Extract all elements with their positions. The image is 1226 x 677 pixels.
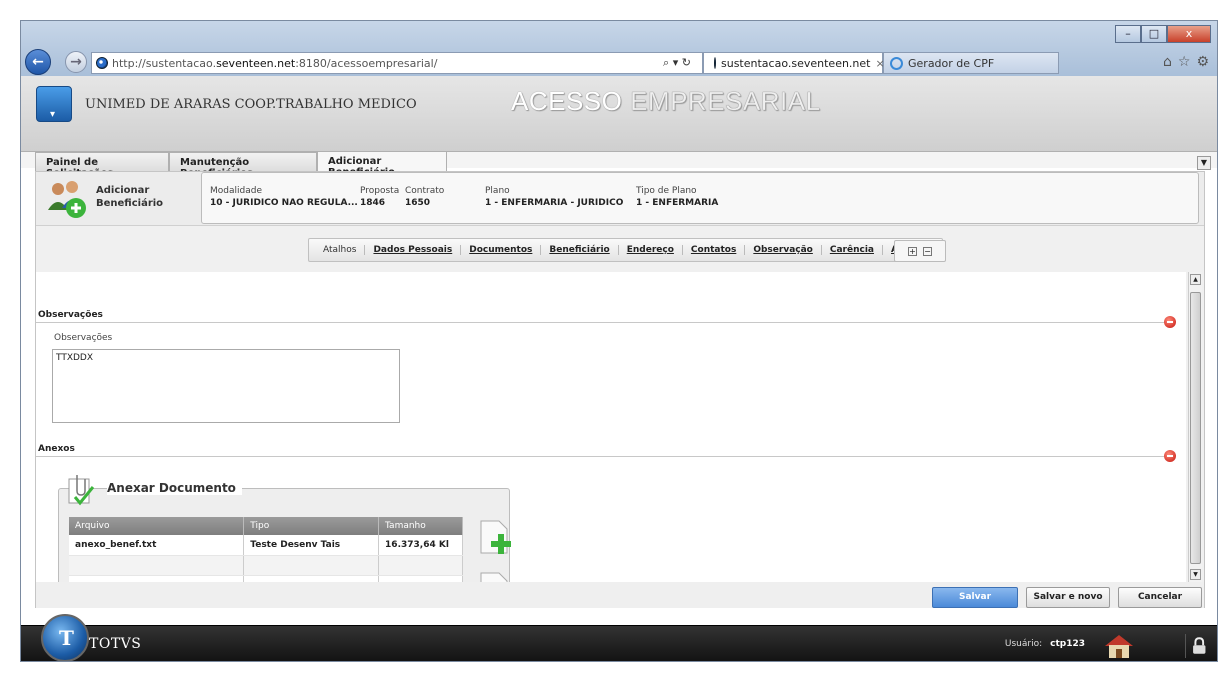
shortcut-endereco[interactable]: Endereço [617, 245, 682, 255]
column-header-tipo[interactable]: Tipo [243, 517, 380, 535]
field-contrato: Contrato 1650 [405, 186, 445, 208]
shortcuts-label: Atalhos [323, 245, 357, 255]
action-bar: Salvar Salvar e novo Cancelar [36, 582, 1204, 608]
user-info: Usuário: ctp123 [1004, 639, 1085, 649]
favorites-icon[interactable]: ☆ [1178, 54, 1191, 70]
cell-tamanho [378, 555, 463, 576]
browser-tab-sustentacao[interactable]: sustentacao.seventeen.net × [703, 52, 885, 74]
search-refresh-icons[interactable]: ⌕ ▾ ↻ [652, 56, 702, 70]
app-title: ACESSO EMPRESARIAL [511, 86, 821, 116]
expand-all-icon[interactable]: + [908, 246, 917, 256]
brand-name: TOTVS [89, 636, 142, 652]
scroll-down-icon[interactable]: ▼ [1190, 569, 1201, 580]
vertical-scrollbar[interactable]: ▲ ▼ [1188, 272, 1202, 582]
app-menu-icon[interactable] [36, 86, 72, 122]
logout-lock-icon[interactable] [1185, 634, 1207, 658]
tab-label: sustentacao.seventeen.net [721, 56, 871, 70]
app-footer: TOTVS Usuário:ctp123 [21, 614, 1217, 661]
settings-icon[interactable]: ⚙ [1196, 54, 1209, 70]
add-beneficiary-title: Adicionar Beneficiário [96, 185, 164, 209]
totvs-logo-icon[interactable] [41, 614, 89, 661]
cell-arquivo [69, 555, 245, 576]
field-tipo-plano: Tipo de Plano 1 - ENFERMARIA [636, 186, 719, 208]
scroll-up-icon[interactable]: ▲ [1190, 274, 1201, 285]
attachment-icon [68, 475, 95, 506]
home-icon[interactable] [1103, 633, 1135, 659]
divider [36, 322, 1166, 323]
main-panel: Adicionar Beneficiário Modalidade 10 - JUR… [35, 171, 1205, 608]
observacoes-label: Observações [54, 333, 113, 343]
column-header-tamanho[interactable]: Tamanho [378, 517, 463, 535]
contract-info-card: Modalidade 10 - JURIDICO NAO REGULA... Pr… [201, 172, 1199, 224]
app-header: UNIMED DE ARARAS COOP.TRABALHO MEDICO AC… [21, 76, 1217, 152]
collapse-observacoes-icon[interactable] [1164, 316, 1176, 328]
shortcut-observacao[interactable]: Observação [744, 245, 821, 255]
save-button[interactable]: Salvar [932, 587, 1018, 608]
tab-label: Gerador de CPF [908, 56, 995, 70]
cell-tamanho: 16.373,64 Kl [378, 535, 463, 556]
browser-toolbar-icons: ⌂ ☆ ⚙ [1163, 54, 1209, 70]
cell-tipo: Teste Desenv Tais [243, 535, 380, 556]
site-icon [96, 57, 108, 69]
home-icon[interactable]: ⌂ [1163, 54, 1172, 70]
browser-tab-gerador-cpf[interactable]: Gerador de CPF [883, 52, 1059, 74]
section-title-observacoes: Observações [38, 310, 103, 320]
shortcuts-bar: Atalhos Dados Pessoais Documentos Benefi… [308, 238, 943, 262]
browser-chrome: – □ x ← → http://sustentacao.seventeen.n… [21, 21, 1217, 76]
add-user-icon [48, 181, 86, 218]
close-window-button[interactable]: x [1167, 25, 1211, 43]
expand-collapse-controls: + − [894, 240, 946, 262]
collapse-anexos-icon[interactable] [1164, 450, 1176, 462]
cell-tipo [243, 555, 380, 576]
company-name: UNIMED DE ARARAS COOP.TRABALHO MEDICO [85, 97, 417, 112]
attach-document-title: Anexar Documento [107, 481, 242, 495]
browser-window: – □ x ← → http://sustentacao.seventeen.n… [20, 20, 1218, 662]
url-text: http://sustentacao.seventeen.net:8180/ac… [112, 56, 438, 70]
table-row[interactable] [69, 555, 463, 576]
shortcut-contatos[interactable]: Contatos [681, 245, 744, 255]
observacoes-textarea[interactable]: TTXDDX [52, 349, 400, 423]
shortcut-carencia[interactable]: Carência [820, 245, 882, 255]
window-controls: – □ x [1115, 25, 1211, 43]
info-header: Adicionar Beneficiário Modalidade 10 - JUR… [36, 172, 1204, 226]
ie-icon [890, 56, 903, 70]
column-header-arquivo[interactable]: Arquivo [69, 517, 245, 535]
shortcut-documentos[interactable]: Documentos [460, 245, 540, 255]
user-name: ctp123 [1050, 639, 1085, 649]
maximize-button[interactable]: □ [1141, 25, 1167, 43]
forward-button[interactable]: → [65, 51, 87, 73]
field-plano: Plano 1 - ENFERMARIA - JURIDICO [485, 186, 624, 208]
section-title-anexos: Anexos [38, 444, 75, 454]
add-file-icon[interactable] [477, 519, 513, 559]
table-row[interactable]: anexo_benef.txt Teste Desenv Tais 16.373… [69, 535, 463, 556]
cancel-button[interactable]: Cancelar [1118, 587, 1202, 608]
field-modalidade: Modalidade 10 - JURIDICO NAO REGULA... [210, 186, 358, 208]
back-button[interactable]: ← [25, 49, 51, 75]
tabs-dropdown-icon[interactable]: ▼ [1197, 156, 1211, 170]
minimize-button[interactable]: – [1115, 25, 1141, 43]
cell-arquivo: anexo_benef.txt [69, 535, 245, 556]
app-tabs: Painel de Solicitações Manutenção Benefi… [21, 151, 1217, 179]
scroll-thumb[interactable] [1190, 292, 1201, 564]
site-icon [714, 57, 716, 69]
address-bar[interactable]: http://sustentacao.seventeen.net:8180/ac… [91, 52, 703, 74]
form-scroll-area: Observações Observações TTXDDX Anexos An… [36, 272, 1186, 602]
collapse-all-icon[interactable]: − [923, 246, 932, 256]
shortcut-dados-pessoais[interactable]: Dados Pessoais [364, 245, 460, 255]
field-proposta: Proposta 1846 [360, 186, 400, 208]
save-and-new-button[interactable]: Salvar e novo [1026, 587, 1110, 608]
divider [36, 456, 1166, 457]
shortcut-beneficiario[interactable]: Beneficiário [540, 245, 617, 255]
